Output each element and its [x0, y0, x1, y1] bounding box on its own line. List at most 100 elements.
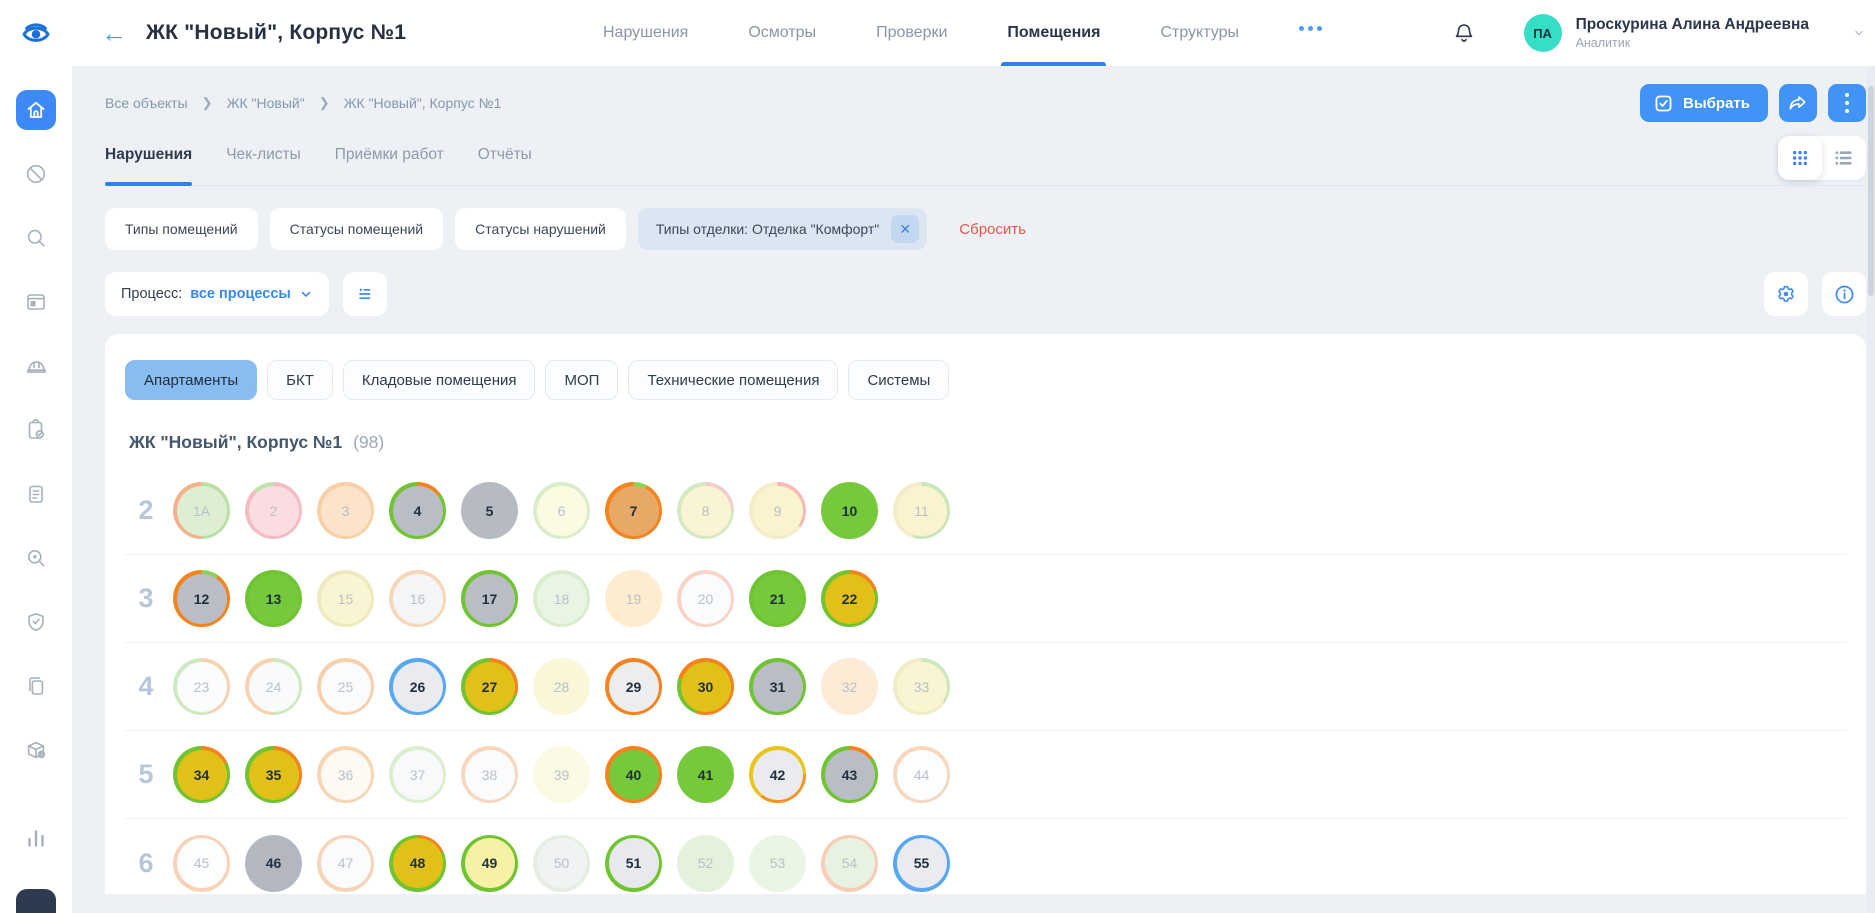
unit-circle[interactable]: 6	[533, 482, 590, 539]
sidebar-item-home[interactable]	[16, 90, 56, 130]
unit-circle[interactable]: 34	[173, 746, 230, 803]
unit-circle[interactable]: 38	[461, 746, 518, 803]
reset-filters-link[interactable]: Сбросить	[959, 221, 1026, 238]
tab-violations[interactable]: Нарушения	[105, 140, 192, 185]
unit-circle[interactable]: 49	[461, 835, 518, 892]
unit-circle[interactable]: 24	[245, 658, 302, 715]
unit-circle[interactable]: 35	[245, 746, 302, 803]
unit-circle[interactable]: 5	[461, 482, 518, 539]
user-avatar[interactable]: ПА	[1524, 14, 1562, 52]
unit-circle[interactable]: 15	[317, 570, 374, 627]
notifications-bell-icon[interactable]	[1444, 13, 1484, 53]
unit-circle[interactable]: 29	[605, 658, 662, 715]
sidebar-item-checklists[interactable]	[16, 474, 56, 514]
grid-view-button[interactable]	[1778, 136, 1822, 180]
nav-item-violations[interactable]: Нарушения	[603, 0, 688, 66]
sidebar-item-acceptance[interactable]	[16, 410, 56, 450]
unit-circle[interactable]: 55	[893, 835, 950, 892]
filter-room-statuses[interactable]: Статусы помещений	[270, 208, 444, 250]
back-arrow-icon[interactable]: ←	[94, 13, 134, 53]
breadcrumb-complex[interactable]: ЖК "Новый"	[227, 95, 305, 111]
unit-circle[interactable]: 46	[245, 835, 302, 892]
unit-circle[interactable]: 17	[461, 570, 518, 627]
unit-circle[interactable]: 25	[317, 658, 374, 715]
unit-circle[interactable]: 10	[821, 482, 878, 539]
unit-circle[interactable]: 32	[821, 658, 878, 715]
sidebar-item-materials[interactable]	[16, 730, 56, 770]
category-systems[interactable]: Системы	[848, 360, 949, 400]
unit-circle[interactable]: 41	[677, 746, 734, 803]
unit-circle[interactable]: 16	[389, 570, 446, 627]
unit-circle[interactable]: 2	[245, 482, 302, 539]
remove-filter-icon[interactable]: ✕	[891, 215, 919, 243]
unit-circle[interactable]: 21	[749, 570, 806, 627]
more-actions-button[interactable]	[1828, 84, 1866, 122]
select-button[interactable]: Выбрать	[1640, 84, 1768, 122]
unit-circle[interactable]: 23	[173, 658, 230, 715]
category-mop[interactable]: МОП	[545, 360, 618, 400]
sidebar-bottom-tile[interactable]	[16, 889, 56, 913]
unit-circle[interactable]: 20	[677, 570, 734, 627]
unit-circle[interactable]: 30	[677, 658, 734, 715]
unit-circle[interactable]: 18	[533, 570, 590, 627]
list-view-button[interactable]	[1822, 136, 1866, 180]
unit-circle[interactable]: 26	[389, 658, 446, 715]
unit-circle[interactable]: 45	[173, 835, 230, 892]
sidebar-item-analytics[interactable]	[16, 818, 56, 858]
unit-circle[interactable]: 53	[749, 835, 806, 892]
tab-work-acceptance[interactable]: Приёмки работ	[335, 140, 444, 185]
nav-item-structures[interactable]: Структуры	[1160, 0, 1239, 66]
unit-circle[interactable]: 54	[821, 835, 878, 892]
sidebar-item-inspections[interactable]	[16, 538, 56, 578]
unit-circle[interactable]: 47	[317, 835, 374, 892]
unit-circle[interactable]: 51	[605, 835, 662, 892]
settings-button[interactable]	[1764, 272, 1808, 316]
category-technical[interactable]: Технические помещения	[628, 360, 838, 400]
unit-circle[interactable]: 12	[173, 570, 230, 627]
unit-circle[interactable]: 3	[317, 482, 374, 539]
tab-reports[interactable]: Отчёты	[478, 140, 532, 185]
unit-circle[interactable]: 39	[533, 746, 590, 803]
unit-circle[interactable]: 13	[245, 570, 302, 627]
nav-more-icon[interactable]	[1299, 26, 1322, 41]
filter-violation-statuses[interactable]: Статусы нарушений	[455, 208, 626, 250]
unit-circle[interactable]: 52	[677, 835, 734, 892]
unit-circle[interactable]: 9	[749, 482, 806, 539]
unit-circle[interactable]: 4	[389, 482, 446, 539]
sidebar-item-documents[interactable]	[16, 666, 56, 706]
unit-circle[interactable]: 44	[893, 746, 950, 803]
unit-circle[interactable]: 19	[605, 570, 662, 627]
unit-circle[interactable]: 31	[749, 658, 806, 715]
unit-circle[interactable]: 43	[821, 746, 878, 803]
breadcrumb-all-objects[interactable]: Все объекты	[105, 95, 188, 111]
unit-circle[interactable]: 22	[821, 570, 878, 627]
unit-circle[interactable]: 50	[533, 835, 590, 892]
unit-circle[interactable]: 28	[533, 658, 590, 715]
info-button[interactable]	[1822, 272, 1866, 316]
unit-circle[interactable]: 36	[317, 746, 374, 803]
category-storage[interactable]: Кладовые помещения	[343, 360, 536, 400]
unit-circle[interactable]: 37	[389, 746, 446, 803]
category-bkt[interactable]: БКТ	[267, 360, 333, 400]
breadcrumb-building[interactable]: ЖК "Новый", Корпус №1	[344, 95, 502, 111]
unit-circle[interactable]: 11	[893, 482, 950, 539]
unit-circle[interactable]: 33	[893, 658, 950, 715]
sidebar-item-safety[interactable]	[16, 602, 56, 642]
unit-circle[interactable]: 42	[749, 746, 806, 803]
unit-circle[interactable]: 8	[677, 482, 734, 539]
user-menu-chevron-icon[interactable]	[1853, 27, 1865, 39]
user-block[interactable]: Проскурина Алина Андреевна Аналитик	[1576, 16, 1809, 50]
unit-circle[interactable]: 27	[461, 658, 518, 715]
sidebar-item-construction[interactable]	[16, 346, 56, 386]
scrollbar-thumb[interactable]	[1868, 86, 1874, 296]
filter-room-types[interactable]: Типы помещений	[105, 208, 258, 250]
unit-circle[interactable]: 48	[389, 835, 446, 892]
sort-button[interactable]	[343, 272, 387, 316]
nav-item-premises[interactable]: Помещения	[1007, 0, 1100, 66]
sidebar-item-search[interactable]	[16, 218, 56, 258]
filter-applied-finish-type[interactable]: Типы отделки: Отделка "Комфорт" ✕	[638, 208, 927, 250]
share-button[interactable]	[1779, 84, 1817, 122]
category-apartments[interactable]: Апартаменты	[125, 360, 257, 400]
nav-item-inspections[interactable]: Осмотры	[748, 0, 816, 66]
sidebar-item-boards[interactable]	[16, 282, 56, 322]
